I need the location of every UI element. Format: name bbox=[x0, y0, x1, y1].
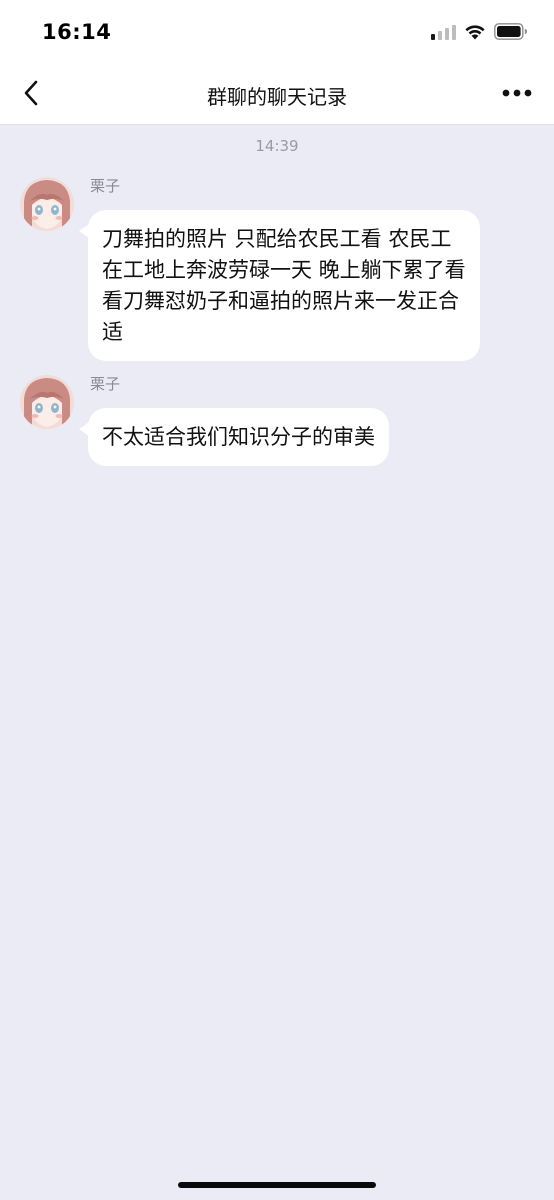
wifi-icon bbox=[465, 24, 485, 39]
page-title: 群聊的聊天记录 bbox=[207, 85, 347, 109]
status-bar: 16:14 bbox=[0, 0, 554, 62]
more-dots-icon bbox=[502, 89, 532, 97]
nav-bar: 群聊的聊天记录 bbox=[0, 62, 554, 125]
message-timestamp: 14:39 bbox=[255, 137, 299, 155]
avatar-image bbox=[20, 177, 74, 231]
avatar[interactable] bbox=[20, 375, 74, 429]
message-bubble[interactable]: 不太适合我们知识分子的审美 bbox=[79, 408, 389, 466]
cellular-signal-icon bbox=[431, 22, 456, 40]
sender-name: 栗子 bbox=[90, 375, 121, 393]
avatar-image bbox=[20, 375, 74, 429]
battery-icon bbox=[494, 22, 527, 40]
sender-name: 栗子 bbox=[90, 177, 121, 195]
status-icons bbox=[431, 22, 528, 40]
message-bubble[interactable]: 刀舞拍的照片 只配给农民工看 农民工在工地上奔波劳碌一天 晚上躺下累了看看刀舞怼… bbox=[79, 210, 480, 361]
status-time: 16:14 bbox=[42, 20, 112, 44]
avatar[interactable] bbox=[20, 177, 74, 231]
home-indicator bbox=[178, 1182, 376, 1188]
more-button[interactable] bbox=[498, 76, 536, 110]
